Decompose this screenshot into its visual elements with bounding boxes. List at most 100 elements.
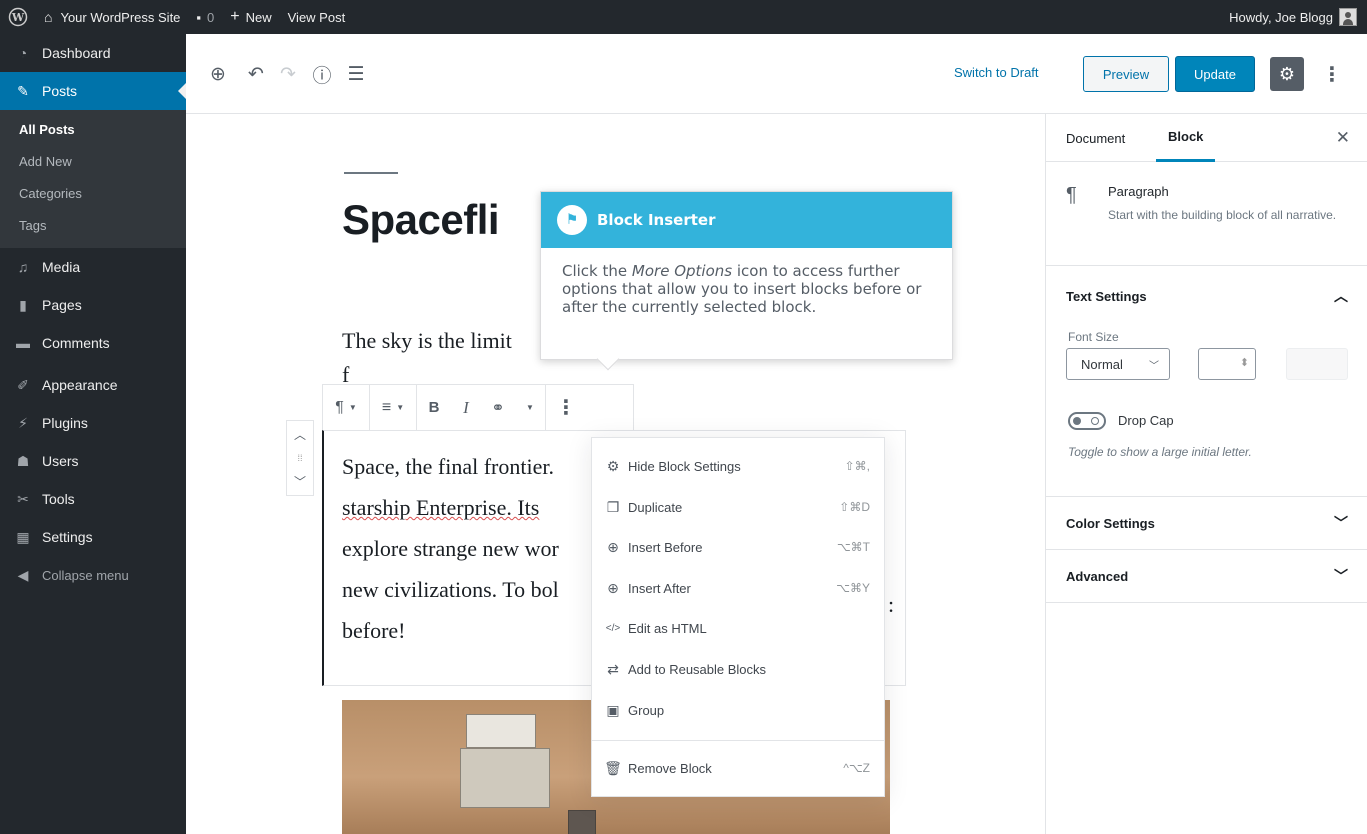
menu-item-dashboard[interactable]: ◔ Dashboard	[0, 34, 186, 72]
undo-icon[interactable]: ↶	[242, 60, 270, 88]
reusable-icon: ⇄	[607, 660, 619, 677]
block-navigation-icon[interactable]: ☰	[342, 60, 370, 88]
submenu-tags[interactable]: Tags	[0, 210, 186, 242]
menu-add-to-reusable[interactable]: ⇄ Add to Reusable Blocks	[602, 653, 878, 685]
paragraph-block[interactable]: The sky is the limit	[342, 328, 512, 354]
menu-item-label: Pages	[42, 297, 82, 313]
update-button[interactable]: Update	[1175, 56, 1255, 92]
menu-item-settings[interactable]: ▦ Settings	[0, 518, 186, 556]
comments-link[interactable]: ▪ 0	[188, 0, 222, 34]
wrench-icon: ✂	[17, 490, 29, 507]
submenu-all-posts[interactable]: All Posts	[0, 114, 186, 146]
settings-gear-icon[interactable]: ⚙	[1270, 57, 1304, 91]
chevron-up-icon: ︿	[1334, 288, 1348, 304]
align-dropdown[interactable]: ≡ ▼	[370, 385, 416, 431]
menu-item-label: Collapse menu	[42, 567, 129, 583]
block-type-switcher[interactable]: ¶ ▼	[323, 385, 369, 431]
menu-item-label: Users	[42, 453, 79, 469]
more-options-menu: ⚙ Hide Block Settings ⇧⌘, ❐ Duplicate ⇧⌘…	[591, 437, 885, 797]
menu-item-pages[interactable]: ▮ Pages	[0, 286, 186, 324]
menu-item-tools[interactable]: ✂ Tools	[0, 480, 186, 518]
paragraph-tail: :	[888, 592, 895, 617]
custom-font-size-input[interactable]	[1198, 348, 1256, 380]
bold-icon[interactable]: B	[417, 385, 451, 431]
link-icon[interactable]: ⚭	[481, 385, 515, 431]
paragraph-icon: ¶	[335, 398, 344, 416]
drag-handle-icon[interactable]: ⁞⁞	[297, 453, 302, 463]
advanced-toggle[interactable]: Advanced ﹀	[1046, 550, 1367, 602]
more-rich-text-icon[interactable]: ▼	[515, 385, 545, 431]
paragraph-icon: ¶	[1066, 184, 1077, 206]
block-card-description: Start with the building block of all nar…	[1108, 208, 1337, 222]
drop-cap-toggle[interactable]	[1068, 412, 1106, 430]
menu-insert-after[interactable]: ⊕ Insert After ⌥⌘Y	[602, 572, 878, 604]
menu-hide-block-settings[interactable]: ⚙ Hide Block Settings ⇧⌘,	[602, 450, 878, 482]
guide-text: Click the	[562, 262, 632, 280]
panel-title: Advanced	[1066, 568, 1129, 584]
comments-icon: ▬	[16, 335, 30, 351]
plugin-icon: ⚡	[18, 414, 28, 431]
font-size-select[interactable]: Normal ﹀	[1066, 348, 1170, 380]
menu-edit-as-html[interactable]: </> Edit as HTML	[602, 612, 878, 644]
switch-to-draft-button[interactable]: Switch to Draft	[954, 65, 1039, 80]
guide-title: Block Inserter	[597, 211, 716, 229]
view-post-link[interactable]: View Post	[280, 0, 354, 34]
brush-icon: ✐	[17, 376, 29, 393]
move-down-icon[interactable]: ﹀	[294, 473, 306, 490]
preview-button[interactable]: Preview	[1083, 56, 1169, 92]
submenu-add-new[interactable]: Add New	[0, 146, 186, 178]
menu-shortcut: ⌥⌘Y	[836, 581, 870, 595]
new-content-link[interactable]: + New	[222, 0, 279, 34]
more-menu-icon[interactable]: ⋮	[1322, 57, 1342, 91]
font-size-value: Normal	[1081, 356, 1123, 372]
move-up-icon[interactable]: ︿	[294, 426, 306, 443]
tab-document[interactable]: Document	[1066, 114, 1125, 162]
reset-font-size-button[interactable]	[1286, 348, 1348, 380]
menu-insert-before[interactable]: ⊕ Insert Before ⌥⌘T	[602, 531, 878, 563]
rover-camera-image	[466, 714, 536, 748]
menu-item-label: Comments	[42, 335, 110, 351]
menu-item-comments[interactable]: ▬ Comments	[0, 324, 186, 362]
menu-divider	[592, 740, 884, 741]
italic-icon[interactable]: I	[451, 385, 481, 431]
my-account-link[interactable]: Howdy, Joe Blogg	[1221, 0, 1367, 34]
submenu-categories[interactable]: Categories	[0, 178, 186, 210]
menu-item-media[interactable]: ♫ Media	[0, 248, 186, 286]
menu-group[interactable]: ▣ Group	[602, 694, 878, 726]
menu-item-label: Media	[42, 259, 81, 275]
redo-icon[interactable]: ↷	[274, 60, 302, 88]
menu-item-appearance[interactable]: ✐ Appearance	[0, 366, 186, 404]
menu-duplicate[interactable]: ❐ Duplicate ⇧⌘D	[602, 491, 878, 523]
new-label: New	[245, 9, 272, 25]
paragraph-line: new civilizations. To bol	[342, 577, 559, 602]
menu-item-users[interactable]: ☗ Users	[0, 442, 186, 480]
post-title[interactable]: Spacefli	[342, 196, 500, 244]
block-card: ¶ Paragraph Start with the building bloc…	[1046, 162, 1367, 266]
menu-item-plugins[interactable]: ⚡ Plugins	[0, 404, 186, 442]
block-toolbar: ¶ ▼ ≡ ▼ B I ⚭ ▼ ⋮	[322, 384, 634, 431]
site-name-link[interactable]: ⌂ Your WordPress Site	[36, 0, 188, 34]
info-icon[interactable]: ⓘ	[308, 60, 336, 88]
wordpress-logo-icon[interactable]: W	[0, 0, 36, 34]
tab-block[interactable]: Block	[1156, 114, 1216, 162]
more-options-icon[interactable]: ⋮	[546, 385, 586, 431]
guide-text-emphasis: More Options	[631, 262, 733, 280]
color-settings-toggle[interactable]: Color Settings ﹀	[1046, 497, 1367, 549]
menu-item-label: Insert Before	[628, 539, 703, 555]
menu-item-label: Appearance	[42, 377, 118, 393]
menu-item-label: Plugins	[42, 415, 88, 431]
menu-item-collapse[interactable]: ◀ Collapse menu	[0, 556, 186, 594]
guide-header: ⚑ Block Inserter	[541, 192, 952, 248]
menu-item-label: Posts	[42, 83, 78, 99]
menu-remove-block[interactable]: 🗑 Remove Block ^⌥Z	[602, 752, 878, 784]
drop-cap-label: Drop Cap	[1118, 413, 1174, 428]
close-icon[interactable]: ✕	[1336, 128, 1350, 148]
menu-item-label: Group	[628, 702, 665, 718]
text-settings-toggle[interactable]: Text Settings ︿	[1046, 270, 1367, 322]
add-block-icon[interactable]: ⊕	[204, 60, 232, 88]
gear-icon: ⚙	[606, 457, 620, 474]
posts-submenu: All Posts Add New Categories Tags	[0, 110, 186, 248]
menu-item-posts[interactable]: ✎ Posts	[0, 72, 186, 110]
panel-divider	[1046, 602, 1367, 603]
admin-bar: W ⌂ Your WordPress Site ▪ 0 + New View P…	[0, 0, 1367, 34]
